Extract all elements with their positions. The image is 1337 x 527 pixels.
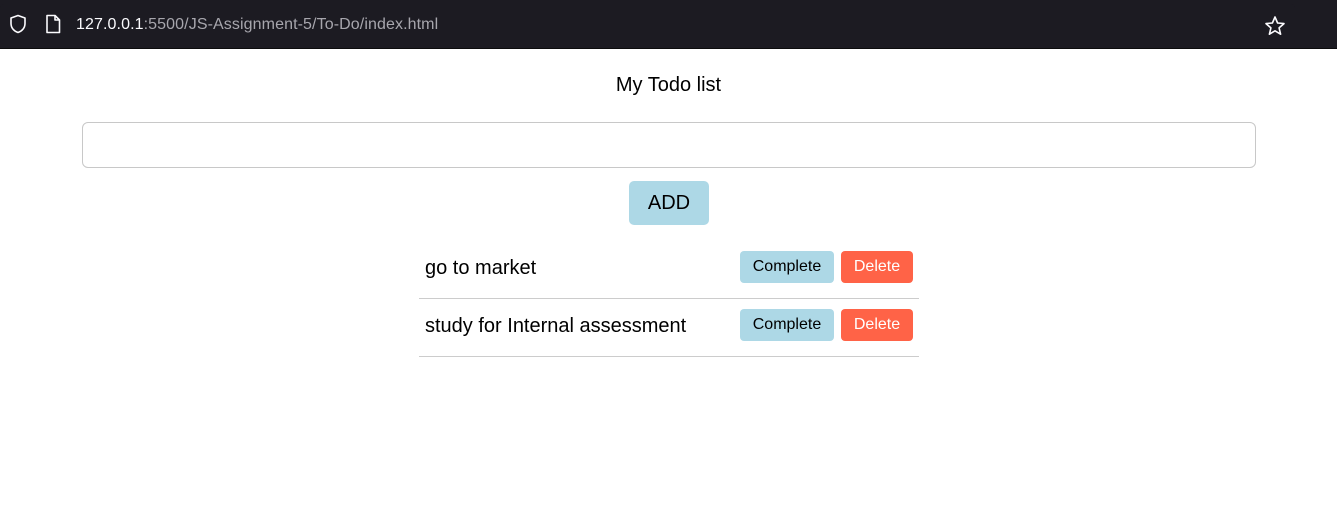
shield-icon[interactable]: [8, 14, 28, 34]
complete-button[interactable]: Complete: [740, 251, 834, 283]
todo-input[interactable]: [82, 122, 1256, 168]
url-text[interactable]: 127.0.0.1:5500/JS-Assignment-5/To-Do/ind…: [76, 16, 438, 34]
add-button[interactable]: ADD: [629, 181, 709, 225]
delete-button[interactable]: Delete: [841, 309, 913, 341]
todo-list: go to market Complete Delete study for I…: [419, 241, 919, 357]
todo-item: study for Internal assessment Complete D…: [419, 299, 919, 357]
page-icon: [44, 14, 62, 34]
todo-text: go to market: [425, 257, 537, 279]
todo-text: study for Internal assessment: [425, 315, 687, 337]
url-bar[interactable]: 127.0.0.1:5500/JS-Assignment-5/To-Do/ind…: [0, 4, 1295, 44]
delete-button[interactable]: Delete: [841, 251, 913, 283]
page-content: My Todo list ADD go to market Complete D…: [0, 49, 1337, 527]
browser-toolbar: 127.0.0.1:5500/JS-Assignment-5/To-Do/ind…: [0, 0, 1337, 49]
star-icon[interactable]: [1264, 15, 1286, 37]
url-path: :5500/JS-Assignment-5/To-Do/index.html: [143, 16, 439, 33]
todo-item: go to market Complete Delete: [419, 241, 919, 299]
page-title: My Todo list: [615, 74, 722, 96]
url-host: 127.0.0.1: [76, 16, 144, 33]
complete-button[interactable]: Complete: [740, 309, 834, 341]
